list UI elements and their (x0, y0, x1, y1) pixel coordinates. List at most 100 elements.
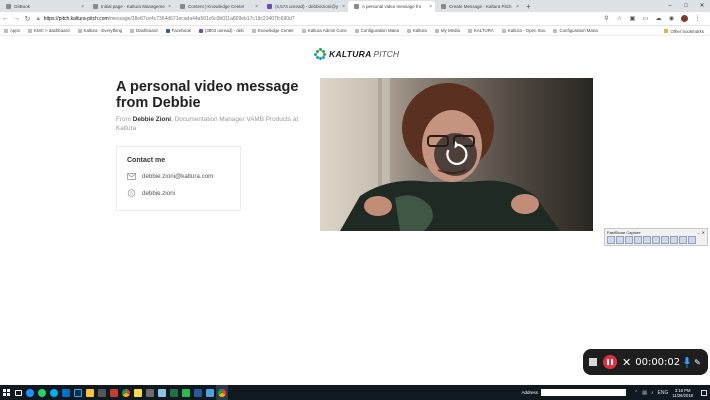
extension-icon[interactable]: ▣ (626, 15, 639, 22)
pause-record-button[interactable] (603, 355, 617, 369)
zoom-icon[interactable]: ⚲ (600, 15, 613, 22)
capture-tool-icon[interactable] (616, 236, 624, 244)
contact-heading: Contact me (127, 157, 166, 164)
task-view-icon[interactable] (12, 385, 24, 400)
whatsapp-icon[interactable] (36, 385, 48, 400)
contact-skype[interactable]: debbie.zioni (142, 190, 175, 197)
outlook-icon[interactable] (60, 385, 72, 400)
snipping-icon[interactable] (204, 385, 216, 400)
browser-tab[interactable]: Content | Knowledge Center × (174, 1, 261, 12)
bookmark-item[interactable]: KALTURA (464, 28, 498, 33)
address-bar[interactable]: 🔒︎ https://pitch.kaltura-pitch.com/messa… (37, 14, 594, 24)
bookmark-item[interactable]: Configuration Mana (351, 28, 403, 33)
capture-tool-icon[interactable] (643, 236, 651, 244)
bookmark-item[interactable]: (3803 unread) - deb (195, 28, 248, 33)
minimize-icon[interactable]: – (697, 230, 699, 235)
bookmark-item[interactable]: Facebook (162, 28, 195, 33)
bookmark-item[interactable]: KMC > dashboard (24, 28, 74, 33)
avatar[interactable] (681, 15, 688, 22)
system-tray: Address ⌃ ▤ ♪ ENG 3:16 PM 11/26/2018 (522, 385, 710, 400)
recording-timer: 00:00:02 (635, 356, 681, 368)
bookmark-favicon-icon (467, 28, 472, 33)
clock[interactable]: 3:16 PM 11/26/2018 (672, 388, 693, 398)
windows-start-icon[interactable] (0, 385, 12, 400)
notifications-icon[interactable] (701, 389, 707, 396)
replay-button[interactable] (434, 133, 477, 176)
app-icon[interactable] (144, 385, 156, 400)
ext-record-icon[interactable]: ◉ (665, 15, 678, 22)
close-tab-icon[interactable]: × (342, 4, 345, 10)
capture-tool-icon[interactable] (607, 236, 615, 244)
cancel-record-icon[interactable]: ✕ (622, 356, 631, 369)
new-tab-button[interactable]: + (522, 1, 535, 12)
bookmark-item[interactable]: Kaltura - Open Sou (498, 28, 550, 33)
photoshop-icon[interactable] (72, 385, 84, 400)
close-icon[interactable]: ✕ (702, 230, 705, 235)
capture-tool-icon[interactable] (679, 236, 687, 244)
reload-icon[interactable]: ↻ (22, 15, 33, 23)
edge-icon[interactable] (24, 385, 36, 400)
file-explorer-icon[interactable] (84, 385, 96, 400)
faststone-capture-toolbar[interactable]: FastStone Capture – ✕ (604, 228, 708, 246)
browser-tab[interactable]: Initial page - Kaltura Manageme × (87, 1, 174, 12)
mail-favicon-icon (267, 4, 272, 9)
bookmark-item[interactable]: Dashboard (126, 28, 161, 33)
capture-tool-icon[interactable] (634, 236, 642, 244)
video-player[interactable] (320, 78, 593, 231)
browser-tab-active[interactable]: A personal video message fro × (348, 1, 435, 12)
chrome-icon[interactable] (120, 385, 132, 400)
capture-tool-icon[interactable] (670, 236, 678, 244)
gitbook-favicon-icon (6, 4, 11, 9)
page-title: A personal video message from Debbie (116, 79, 299, 111)
close-tab-icon[interactable]: × (429, 4, 432, 10)
bookmark-apps[interactable]: Apps (0, 28, 24, 33)
maximize-icon[interactable]: □ (678, 0, 694, 12)
close-window-icon[interactable]: ✕ (694, 0, 710, 12)
bookmark-item[interactable]: Kaltura (403, 28, 431, 33)
browser-tab[interactable]: Create Message - Kaltura Pitch × (435, 1, 522, 12)
cast-icon[interactable]: ▭ (639, 15, 652, 22)
close-tab-icon[interactable]: × (255, 4, 258, 10)
address-toolbar-input[interactable] (541, 389, 627, 396)
contact-email-row[interactable]: debbie.zioni@kaltura.com (127, 173, 213, 180)
browser-tab[interactable]: (5,573 unread) - debbiezioni@y × (261, 1, 348, 12)
microphone-icon[interactable] (684, 356, 690, 368)
capture-tool-icon[interactable] (625, 236, 633, 244)
stop-record-button[interactable] (589, 358, 597, 366)
notepad-icon[interactable] (156, 385, 168, 400)
capture-tool-icon[interactable] (661, 236, 669, 244)
word-icon[interactable] (192, 385, 204, 400)
calculator-icon[interactable] (96, 385, 108, 400)
volume-icon[interactable]: ♪ (651, 390, 654, 396)
close-tab-icon[interactable]: × (168, 4, 171, 10)
pen-icon[interactable]: ✎ (694, 358, 701, 367)
contact-skype-row[interactable]: S debbie.zioni (127, 189, 175, 197)
back-icon[interactable]: ← (0, 15, 11, 22)
tray-chevron-icon[interactable]: ⌃ (634, 390, 638, 396)
close-tab-icon[interactable]: × (516, 4, 519, 10)
capture-tool-icon[interactable] (652, 236, 660, 244)
sticky-notes-icon[interactable] (132, 385, 144, 400)
bookmark-item[interactable]: Configuration Mana (549, 28, 601, 33)
close-tab-icon[interactable]: × (81, 4, 84, 10)
bookmark-item[interactable]: Knowledge Center (248, 28, 298, 33)
language-indicator[interactable]: ENG (658, 390, 669, 396)
bookmark-item[interactable]: Kaltura Admin Cons (298, 28, 351, 33)
capture-tool-icon[interactable] (688, 236, 696, 244)
bookmark-item[interactable]: Kaltura - Everything (74, 28, 127, 33)
other-bookmarks[interactable]: Other bookmarks (664, 26, 704, 35)
chrome-icon[interactable] (216, 385, 228, 400)
camtasia-icon[interactable] (180, 385, 192, 400)
ext-cloud-icon[interactable]: ☁ (652, 15, 665, 22)
contact-email[interactable]: debbie.zioni@kaltura.com (142, 173, 213, 180)
skype-app-icon[interactable] (48, 385, 60, 400)
browser-tab[interactable]: GitBook × (0, 1, 87, 12)
forward-icon[interactable]: → (11, 15, 22, 22)
network-icon[interactable]: ▤ (642, 390, 647, 396)
bookmark-item[interactable]: My Media (431, 28, 464, 33)
star-icon[interactable]: ☆ (613, 15, 626, 22)
excel-icon[interactable] (168, 385, 180, 400)
minimize-icon[interactable]: – (662, 0, 678, 12)
menu-kebab-icon[interactable]: ⋮ (691, 15, 704, 22)
app-icon[interactable] (108, 385, 120, 400)
